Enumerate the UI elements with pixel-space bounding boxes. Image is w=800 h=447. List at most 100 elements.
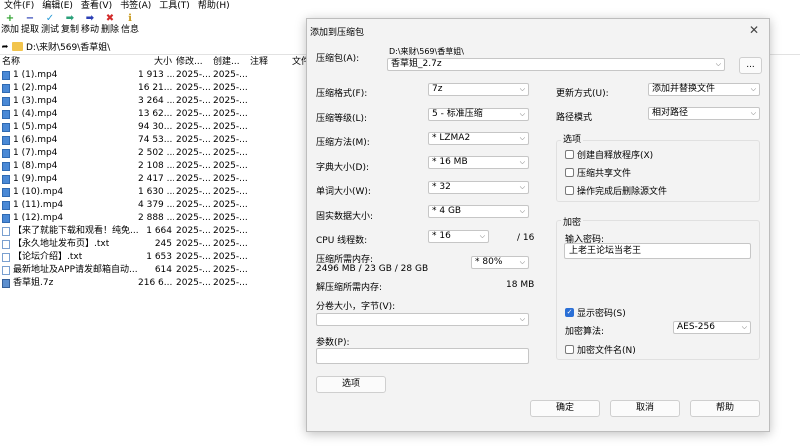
compress-shared-checkbox[interactable]: 压缩共享文件 [565, 166, 631, 179]
file-name: 1 (12).mp4 [13, 213, 64, 223]
delete-after-label: 操作完成后删除源文件 [577, 187, 668, 197]
show-password-label: 显示密码(S) [577, 309, 626, 319]
path-mode-select[interactable]: 相对路径 ⌵ [648, 107, 760, 120]
table-row[interactable]: 1 (11).mp4 4 379 ... 2025-... 2025-... [0, 199, 310, 212]
file-size: 1 913 ... [138, 70, 174, 80]
toolbar-button-label: 测试 [40, 25, 59, 35]
table-row[interactable]: 1 (10).mp4 1 630 ... 2025-... 2025-... [0, 186, 310, 199]
file-modified: 2025-... [176, 265, 211, 275]
table-row[interactable]: 1 (7).mp4 2 502 ... 2025-... 2025-... [0, 147, 310, 160]
table-row[interactable]: 香草姐.7z 216 6... 2025-... 2025-... [0, 277, 310, 290]
menu-item[interactable]: 工具(T) [155, 0, 194, 13]
file-name: 1 (4).mp4 [13, 109, 58, 119]
encrypt-filenames-checkbox[interactable]: 加密文件名(N) [565, 343, 636, 356]
menu-item[interactable]: 查看(V) [77, 0, 116, 13]
file-size: 94 30... [138, 122, 173, 132]
file-size: 3 264 ... [138, 96, 174, 106]
table-row[interactable]: 1 (1).mp4 1 913 ... 2025-... 2025-... [0, 69, 310, 82]
table-row[interactable]: 最新地址及APP请发邮箱自动... 614 2025-... 2025-... [0, 264, 310, 277]
table-row[interactable]: 1 (12).mp4 2 888 ... 2025-... 2025-... [0, 212, 310, 225]
archive-name-combo[interactable]: 香草姐_2.7z ⌵ [387, 58, 725, 71]
toolbar-button[interactable]: ✓ 测试 [40, 13, 60, 39]
toolbar-button[interactable]: ➡ 移动 [80, 13, 100, 39]
file-created: 2025-... [213, 96, 248, 106]
table-row[interactable]: 【论坛介绍】.txt 1 653 2025-... 2025-... [0, 251, 310, 264]
show-password-checkbox[interactable]: ✓ 显示密码(S) [565, 306, 626, 319]
browse-button[interactable]: ... [739, 57, 762, 74]
solid-size-select[interactable]: * 4 GB ⌵ [428, 205, 529, 218]
file-name-cell: 1 (5).mp4 [0, 121, 138, 134]
split-size-select[interactable]: ⌵ [316, 313, 529, 326]
table-row[interactable]: 1 (5).mp4 94 30... 2025-... 2025-... [0, 121, 310, 134]
toolbar-button[interactable]: ✖ 删除 [100, 13, 120, 39]
cancel-button[interactable]: 取消 [610, 400, 680, 417]
parameters-input[interactable] [316, 348, 529, 364]
column-name[interactable]: 名称 [0, 56, 138, 69]
file-name: 1 (11).mp4 [13, 200, 64, 210]
path-mode-value: 相对路径 [652, 108, 689, 118]
menu-item[interactable]: 文件(F) [0, 0, 38, 13]
menu-item[interactable]: 帮助(H) [194, 0, 234, 13]
chevron-down-icon: ⌵ [519, 315, 525, 323]
method-label: 压缩方法(M): [316, 138, 370, 148]
menu-item[interactable]: 编辑(E) [38, 0, 77, 13]
chevron-down-icon: ⌵ [750, 85, 756, 93]
menu-bar: 文件(F) 编辑(E) 查看(V) 书签(A) 工具(T) 帮助(H) [0, 0, 800, 13]
table-row[interactable]: 【永久地址发布页】.txt 245 2025-... 2025-... [0, 238, 310, 251]
menu-item[interactable]: 书签(A) [116, 0, 155, 13]
encryption-method-select[interactable]: AES-256 ⌵ [673, 321, 751, 334]
column-modified[interactable]: 修改... [174, 56, 211, 69]
create-sfx-checkbox[interactable]: 创建自释放程序(X) [565, 148, 653, 161]
options-button[interactable]: 选项 [316, 376, 386, 393]
toolbar-button[interactable]: ➡ 复制 [60, 13, 80, 39]
table-row[interactable]: 1 (3).mp4 3 264 ... 2025-... 2025-... [0, 95, 310, 108]
password-input[interactable]: 上老王论坛当老王 [564, 243, 751, 259]
table-row[interactable]: 1 (4).mp4 13 62... 2025-... 2025-... [0, 108, 310, 121]
column-comment[interactable]: 注释 [248, 56, 290, 69]
memory-percent-select[interactable]: * 80% ⌵ [471, 256, 529, 269]
level-value: 5 - 标准压缩 [432, 109, 483, 119]
level-select[interactable]: 5 - 标准压缩 ⌵ [428, 108, 529, 121]
toolbar-button[interactable]: − 提取 [20, 13, 40, 39]
decompress-memory-value: 18 MB [506, 280, 535, 290]
word-size-select[interactable]: * 32 ⌵ [428, 181, 529, 194]
toolbar-button[interactable]: ℹ 信息 [120, 13, 140, 39]
dictionary-label: 字典大小(D): [316, 163, 369, 173]
file-name: 1 (3).mp4 [13, 96, 58, 106]
address-path[interactable]: D:\来财\569\香草姐\ [26, 40, 110, 53]
checkbox-box [565, 345, 574, 354]
close-icon[interactable]: ✕ [749, 23, 759, 37]
cpu-threads-label: CPU 线程数: [316, 236, 368, 246]
column-size[interactable]: 大小 [138, 56, 174, 69]
file-name-cell: 1 (3).mp4 [0, 95, 138, 108]
delete-after-checkbox[interactable]: 操作完成后删除源文件 [565, 184, 667, 197]
update-mode-select[interactable]: 添加并替换文件 ⌵ [648, 83, 760, 96]
file-name: 【论坛介绍】.txt [13, 252, 83, 262]
table-row[interactable]: 【来了就能下载和观看！纯免... 1 664 2025-... 2025-... [0, 225, 310, 238]
up-arrow-icon[interactable]: ➦ [0, 42, 10, 51]
create-sfx-label: 创建自释放程序(X) [577, 151, 654, 161]
cpu-threads-value: * 16 [432, 231, 451, 241]
chevron-down-icon: ⌵ [750, 109, 756, 117]
table-row[interactable]: 1 (8).mp4 2 108 ... 2025-... 2025-... [0, 160, 310, 173]
chevron-down-icon: ⌵ [519, 85, 525, 93]
file-name: 【永久地址发布页】.txt [13, 239, 110, 249]
file-size: 1 630 ... [138, 187, 174, 197]
video-file-icon [2, 175, 10, 184]
ok-button[interactable]: 确定 [530, 400, 600, 417]
dictionary-select[interactable]: * 16 MB ⌵ [428, 156, 529, 169]
update-mode-value: 添加并替换文件 [652, 84, 716, 94]
encryption-method-value: AES-256 [677, 322, 715, 332]
column-created[interactable]: 创建... [211, 56, 248, 69]
format-select[interactable]: 7z ⌵ [428, 83, 529, 96]
file-created: 2025-... [213, 252, 248, 262]
table-row[interactable]: 1 (6).mp4 74 53... 2025-... 2025-... [0, 134, 310, 147]
toolbar-button[interactable]: + 添加 [0, 13, 20, 39]
help-button[interactable]: 帮助 [690, 400, 760, 417]
file-modified: 2025-... [176, 148, 211, 158]
table-row[interactable]: 1 (9).mp4 2 417 ... 2025-... 2025-... [0, 173, 310, 186]
method-select[interactable]: * LZMA2 ⌵ [428, 132, 529, 145]
delete-x-icon: ✖ [105, 13, 115, 24]
table-row[interactable]: 1 (2).mp4 16 21... 2025-... 2025-... [0, 82, 310, 95]
cpu-threads-select[interactable]: * 16 ⌵ [428, 230, 489, 243]
